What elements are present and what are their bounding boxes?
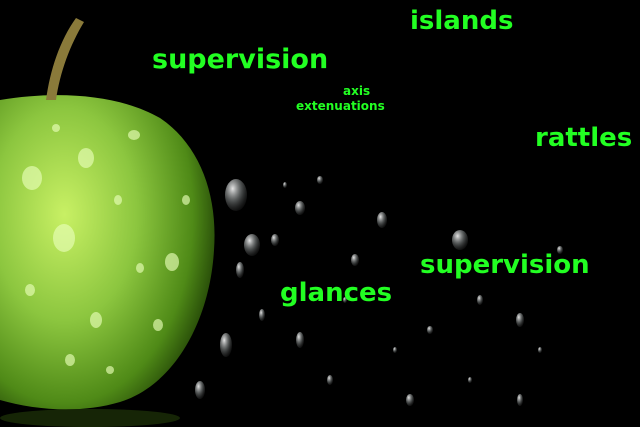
word-islands: islands [410,6,514,36]
apple-body [0,95,215,410]
word-rattles: rattles [535,123,633,153]
word-supervision-top: supervision [152,44,329,75]
word-extenuations: extenuations [296,99,385,113]
photo-scene: islands supervision axis extenuations ra… [0,0,640,427]
word-glances: glances [280,278,393,308]
apple-stem [46,18,84,100]
apple-reflection [0,409,180,427]
word-axis: axis [343,84,371,98]
word-supervision-bottom: supervision [420,250,590,280]
